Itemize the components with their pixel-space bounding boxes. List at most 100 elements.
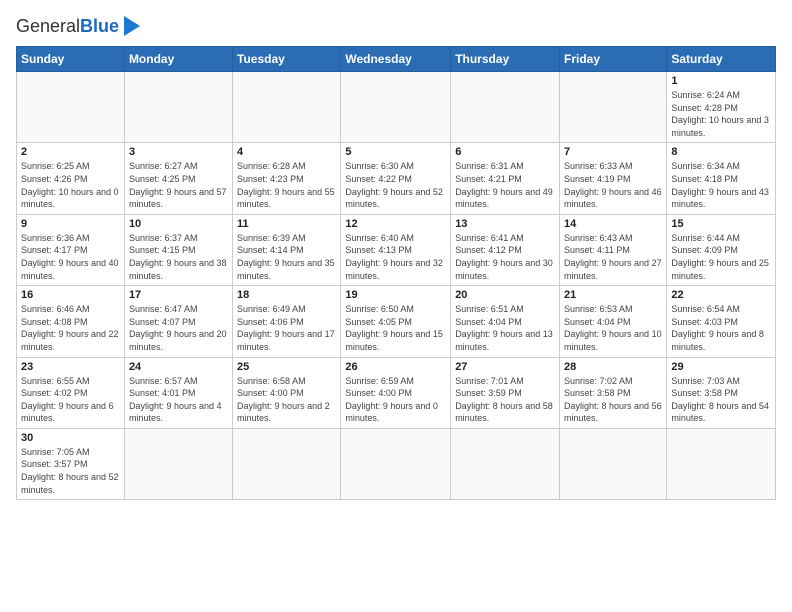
day-info: Sunrise: 6:44 AM Sunset: 4:09 PM Dayligh… (671, 232, 771, 282)
calendar-cell: 13 Sunrise: 6:41 AM Sunset: 4:12 PM Dayli… (451, 214, 560, 285)
day-info: Sunrise: 6:31 AM Sunset: 4:21 PM Dayligh… (455, 160, 555, 210)
calendar-cell (233, 428, 341, 499)
day-number: 24 (129, 361, 228, 373)
weekday-header-monday: Monday (124, 47, 232, 72)
day-info: Sunrise: 6:28 AM Sunset: 4:23 PM Dayligh… (237, 160, 336, 210)
weekday-header-thursday: Thursday (451, 47, 560, 72)
day-info: Sunrise: 7:02 AM Sunset: 3:58 PM Dayligh… (564, 375, 662, 425)
day-number: 1 (671, 75, 771, 87)
day-number: 4 (237, 146, 336, 158)
day-info: Sunrise: 6:34 AM Sunset: 4:18 PM Dayligh… (671, 160, 771, 210)
day-info: Sunrise: 6:30 AM Sunset: 4:22 PM Dayligh… (345, 160, 446, 210)
day-info: Sunrise: 6:41 AM Sunset: 4:12 PM Dayligh… (455, 232, 555, 282)
day-number: 22 (671, 289, 771, 301)
day-number: 12 (345, 218, 446, 230)
day-info: Sunrise: 6:46 AM Sunset: 4:08 PM Dayligh… (21, 303, 120, 353)
calendar-cell: 25Sunrise: 6:58 AM Sunset: 4:00 PM Dayli… (233, 357, 341, 428)
day-info: Sunrise: 7:03 AM Sunset: 3:58 PM Dayligh… (671, 375, 771, 425)
weekday-header-tuesday: Tuesday (233, 47, 341, 72)
day-info: Sunrise: 7:05 AM Sunset: 3:57 PM Dayligh… (21, 446, 120, 496)
calendar-cell: 29 Sunrise: 7:03 AM Sunset: 3:58 PM Dayli… (667, 357, 776, 428)
day-number: 26 (345, 361, 446, 373)
calendar-cell: 20 Sunrise: 6:51 AM Sunset: 4:04 PM Dayli… (451, 286, 560, 357)
day-info: Sunrise: 6:40 AM Sunset: 4:13 PM Dayligh… (345, 232, 446, 282)
day-info: Sunrise: 6:33 AM Sunset: 4:19 PM Dayligh… (564, 160, 662, 210)
weekday-header-friday: Friday (560, 47, 667, 72)
day-number: 7 (564, 146, 662, 158)
day-info: Sunrise: 6:51 AM Sunset: 4:04 PM Dayligh… (455, 303, 555, 353)
calendar-week-row: 9Sunrise: 6:36 AM Sunset: 4:17 PM Daylig… (17, 214, 776, 285)
day-number: 3 (129, 146, 228, 158)
calendar-cell: 26Sunrise: 6:59 AM Sunset: 4:00 PM Dayli… (341, 357, 451, 428)
calendar-cell (560, 72, 667, 143)
day-number: 19 (345, 289, 446, 301)
day-number: 8 (671, 146, 771, 158)
day-info: Sunrise: 6:54 AM Sunset: 4:03 PM Dayligh… (671, 303, 771, 353)
logo-text: GeneralBlue (16, 17, 119, 35)
day-number: 5 (345, 146, 446, 158)
day-info: Sunrise: 6:36 AM Sunset: 4:17 PM Dayligh… (21, 232, 120, 282)
day-number: 11 (237, 218, 336, 230)
day-number: 15 (671, 218, 771, 230)
weekday-header-row: SundayMondayTuesdayWednesdayThursdayFrid… (17, 47, 776, 72)
day-info: Sunrise: 6:37 AM Sunset: 4:15 PM Dayligh… (129, 232, 228, 282)
day-number: 13 (455, 218, 555, 230)
calendar-cell (17, 72, 125, 143)
calendar-week-row: 23Sunrise: 6:55 AM Sunset: 4:02 PM Dayli… (17, 357, 776, 428)
calendar-cell: 3Sunrise: 6:27 AM Sunset: 4:25 PM Daylig… (124, 143, 232, 214)
day-info: Sunrise: 6:49 AM Sunset: 4:06 PM Dayligh… (237, 303, 336, 353)
day-info: Sunrise: 6:53 AM Sunset: 4:04 PM Dayligh… (564, 303, 662, 353)
day-info: Sunrise: 6:58 AM Sunset: 4:00 PM Dayligh… (237, 375, 336, 425)
logo-triangle-icon (124, 16, 140, 36)
day-number: 23 (21, 361, 120, 373)
day-number: 2 (21, 146, 120, 158)
calendar-cell: 7 Sunrise: 6:33 AM Sunset: 4:19 PM Daylig… (560, 143, 667, 214)
calendar-cell: 1Sunrise: 6:24 AM Sunset: 4:28 PM Daylig… (667, 72, 776, 143)
calendar-cell: 9Sunrise: 6:36 AM Sunset: 4:17 PM Daylig… (17, 214, 125, 285)
calendar-cell: 24 Sunrise: 6:57 AM Sunset: 4:01 PM Dayli… (124, 357, 232, 428)
day-number: 20 (455, 289, 555, 301)
day-info: Sunrise: 6:50 AM Sunset: 4:05 PM Dayligh… (345, 303, 446, 353)
calendar-cell: 4 Sunrise: 6:28 AM Sunset: 4:23 PM Daylig… (233, 143, 341, 214)
calendar-cell: 23Sunrise: 6:55 AM Sunset: 4:02 PM Dayli… (17, 357, 125, 428)
day-number: 28 (564, 361, 662, 373)
calendar-cell: 30 Sunrise: 7:05 AM Sunset: 3:57 PM Dayli… (17, 428, 125, 499)
day-number: 10 (129, 218, 228, 230)
day-number: 6 (455, 146, 555, 158)
calendar-cell: 2 Sunrise: 6:25 AM Sunset: 4:26 PM Daylig… (17, 143, 125, 214)
calendar-cell: 15 Sunrise: 6:44 AM Sunset: 4:09 PM Dayli… (667, 214, 776, 285)
calendar-cell: 21 Sunrise: 6:53 AM Sunset: 4:04 PM Dayli… (560, 286, 667, 357)
calendar-cell: 5 Sunrise: 6:30 AM Sunset: 4:22 PM Daylig… (341, 143, 451, 214)
day-info: Sunrise: 6:43 AM Sunset: 4:11 PM Dayligh… (564, 232, 662, 282)
day-info: Sunrise: 6:57 AM Sunset: 4:01 PM Dayligh… (129, 375, 228, 425)
calendar-cell: 28 Sunrise: 7:02 AM Sunset: 3:58 PM Dayli… (560, 357, 667, 428)
weekday-header-wednesday: Wednesday (341, 47, 451, 72)
day-number: 30 (21, 432, 120, 444)
day-number: 29 (671, 361, 771, 373)
day-info: Sunrise: 6:39 AM Sunset: 4:14 PM Dayligh… (237, 232, 336, 282)
calendar-cell (124, 428, 232, 499)
page: GeneralBlue SundayMondayTuesdayWednesday… (0, 0, 792, 612)
calendar-cell (451, 428, 560, 499)
day-number: 18 (237, 289, 336, 301)
calendar-cell (233, 72, 341, 143)
calendar-cell (667, 428, 776, 499)
calendar-cell: 8 Sunrise: 6:34 AM Sunset: 4:18 PM Daylig… (667, 143, 776, 214)
calendar-cell (560, 428, 667, 499)
day-info: Sunrise: 6:47 AM Sunset: 4:07 PM Dayligh… (129, 303, 228, 353)
logo: GeneralBlue (16, 16, 140, 36)
calendar-cell: 11 Sunrise: 6:39 AM Sunset: 4:14 PM Dayli… (233, 214, 341, 285)
calendar-cell: 10 Sunrise: 6:37 AM Sunset: 4:15 PM Dayli… (124, 214, 232, 285)
day-number: 14 (564, 218, 662, 230)
calendar-table: SundayMondayTuesdayWednesdayThursdayFrid… (16, 46, 776, 500)
calendar-week-row: 16Sunrise: 6:46 AM Sunset: 4:08 PM Dayli… (17, 286, 776, 357)
day-number: 17 (129, 289, 228, 301)
day-info: Sunrise: 6:25 AM Sunset: 4:26 PM Dayligh… (21, 160, 120, 210)
calendar-cell: 12 Sunrise: 6:40 AM Sunset: 4:13 PM Dayli… (341, 214, 451, 285)
calendar-cell (341, 428, 451, 499)
day-number: 27 (455, 361, 555, 373)
calendar-cell (451, 72, 560, 143)
calendar-cell: 16Sunrise: 6:46 AM Sunset: 4:08 PM Dayli… (17, 286, 125, 357)
day-number: 21 (564, 289, 662, 301)
calendar-week-row: 1Sunrise: 6:24 AM Sunset: 4:28 PM Daylig… (17, 72, 776, 143)
